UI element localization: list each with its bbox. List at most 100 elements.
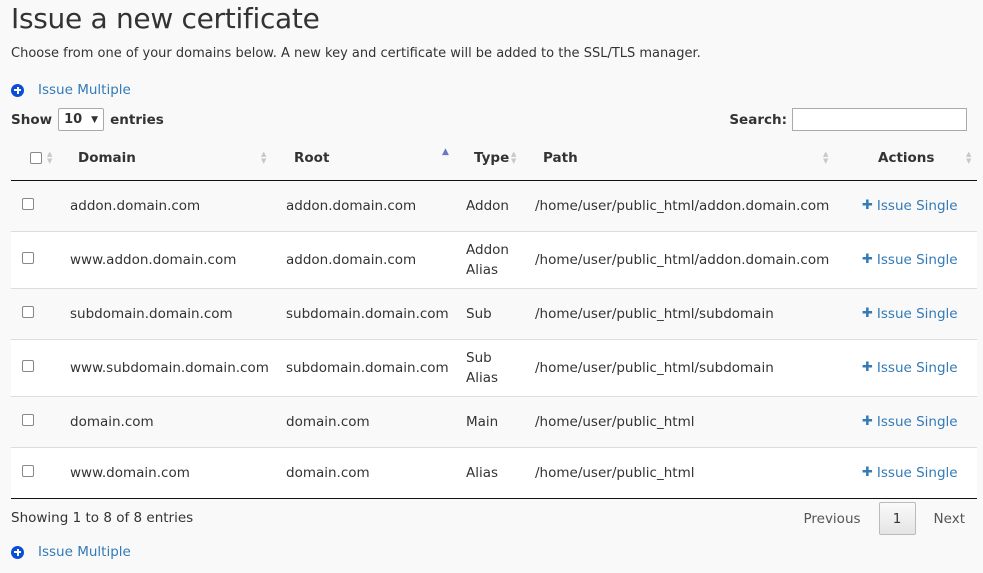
type-cell: Addon <box>466 180 535 232</box>
issue-single-button[interactable]: ✚ Issue Single <box>862 306 977 322</box>
domain-header-label: Domain <box>78 150 136 166</box>
type-value: Alias <box>466 261 499 278</box>
plus-icon: ✚ <box>862 465 873 480</box>
actions-cell: ✚ Issue Single <box>858 396 977 448</box>
domain-value: www.domain.com <box>70 464 190 481</box>
row-select-cell <box>11 288 70 340</box>
page-title: Issue a new certificate <box>11 2 320 35</box>
row-checkbox[interactable] <box>22 413 34 426</box>
entries-label: entries <box>110 111 164 128</box>
type-value: Addon <box>466 197 509 214</box>
row-checkbox[interactable] <box>22 197 34 210</box>
issue-single-label: Issue Single <box>876 413 958 430</box>
table-row: www.domain.com domain.com Alias/home/user/… <box>11 447 977 499</box>
search-input[interactable] <box>792 108 967 131</box>
page-button-1[interactable]: 1 <box>878 502 916 535</box>
path-cell: /home/user/public_html <box>535 447 858 499</box>
path-cell: /home/user/public_html/subdomain <box>535 339 858 397</box>
entries-select-value: 10 <box>64 112 83 127</box>
select-all-header: ▲ ▼ <box>11 137 70 181</box>
sort-ascending-icon: ▲ <box>442 147 449 157</box>
domain-cell: domain.com <box>70 396 286 448</box>
root-header-label: Root <box>294 150 330 166</box>
issue-single-label: Issue Single <box>876 359 958 376</box>
type-value: Main <box>466 413 499 430</box>
path-value: /home/user/public_html/subdomain <box>535 305 774 322</box>
type-cell: Alias <box>466 447 535 499</box>
type-cell: Main <box>466 396 535 448</box>
issue-single-button[interactable]: ✚ Issue Single <box>862 414 977 430</box>
domain-value: addon.domain.com <box>70 197 201 214</box>
column-header-domain[interactable]: Domain ▲ ▼ <box>70 137 286 181</box>
issue-multiple-link-bottom[interactable]: Issue Multiple <box>11 544 131 560</box>
column-header-root[interactable]: Root ▲ <box>286 137 466 181</box>
sort-icon[interactable]: ▲ ▼ <box>47 151 55 165</box>
row-select-cell <box>11 339 70 397</box>
domain-value: domain.com <box>70 413 154 430</box>
root-value: domain.com <box>286 464 370 481</box>
root-cell: subdomain.domain.com <box>286 339 466 397</box>
plus-icon: ✚ <box>862 306 873 321</box>
entries-length-control: Show 10 ▼ entries <box>11 108 164 131</box>
path-value: /home/user/public_html <box>535 464 695 481</box>
select-all-checkbox[interactable] <box>30 152 42 164</box>
domain-value: www.addon.domain.com <box>70 251 237 268</box>
type-cell: Sub Alias <box>466 339 535 397</box>
actions-cell: ✚ Issue Single <box>858 231 977 289</box>
pagination: Previous 1 Next <box>803 502 965 535</box>
domain-cell: www.domain.com <box>70 447 286 499</box>
next-page-button[interactable]: Next <box>934 511 965 527</box>
domain-value: www.subdomain.domain.com <box>70 359 269 376</box>
path-value: /home/user/public_html/addon.domain.com <box>535 251 830 268</box>
plus-icon: ✚ <box>862 252 873 267</box>
issue-multiple-link-top[interactable]: Issue Multiple <box>11 82 131 98</box>
search-label: Search: <box>729 111 787 128</box>
path-cell: /home/user/public_html/addon.domain.com <box>535 180 858 232</box>
issue-single-label: Issue Single <box>876 305 958 322</box>
domain-value: subdomain.domain.com <box>70 305 233 322</box>
domain-cell: addon.domain.com <box>70 180 286 232</box>
entries-select[interactable]: 10 ▼ <box>58 108 105 131</box>
type-cell: Sub <box>466 288 535 340</box>
domains-table: ▲▼ Domain ▲▼ Root ▲ Type ▲▼ Path ▲▼ <box>11 137 977 499</box>
domain-cell: www.addon.domain.com <box>70 231 286 289</box>
column-header-type[interactable]: Type ▲ ▼ <box>466 137 535 181</box>
plus-icon: ✚ <box>862 414 873 429</box>
root-value: domain.com <box>286 413 370 430</box>
root-value: subdomain.domain.com <box>286 305 449 322</box>
domain-cell: subdomain.domain.com <box>70 288 286 340</box>
type-value: Addon <box>466 241 509 258</box>
root-value: subdomain.domain.com <box>286 359 449 376</box>
sort-icon: ▲ ▼ <box>261 150 267 165</box>
root-cell: addon.domain.com <box>286 180 466 232</box>
table-row: www.subdomain.domain.com subdomain.domain… <box>11 339 977 397</box>
column-header-actions[interactable]: Actions ▲ ▼ <box>858 137 977 181</box>
issue-single-button[interactable]: ✚ Issue Single <box>862 465 977 481</box>
page-description: Choose from one of your domains below. A… <box>11 46 701 61</box>
issue-multiple-label: Issue Multiple <box>38 544 131 560</box>
table-info: Showing 1 to 8 of 8 entries <box>11 510 194 526</box>
type-value: Sub <box>466 349 492 366</box>
type-value: Alias <box>466 369 499 386</box>
issue-single-button[interactable]: ✚ Issue Single <box>862 360 977 376</box>
path-header-label: Path <box>543 150 578 166</box>
path-cell: /home/user/public_html/addon.domain.com <box>535 231 858 289</box>
issue-single-button[interactable]: ✚ Issue Single <box>862 252 977 268</box>
row-checkbox[interactable] <box>22 464 34 477</box>
root-value: addon.domain.com <box>286 251 417 268</box>
previous-page-button[interactable]: Previous <box>803 511 860 527</box>
row-select-cell <box>11 231 70 289</box>
actions-cell: ✚ Issue Single <box>858 447 977 499</box>
sort-icon: ▲ ▼ <box>823 150 829 165</box>
issue-single-button[interactable]: ✚ Issue Single <box>862 198 977 214</box>
caret-down-icon: ▼ <box>91 114 99 125</box>
column-header-path[interactable]: Path ▲ ▼ <box>535 137 858 181</box>
path-cell: /home/user/public_html <box>535 396 858 448</box>
issue-single-label: Issue Single <box>876 464 958 481</box>
row-checkbox[interactable] <box>22 251 34 264</box>
actions-header-label: Actions <box>878 150 935 166</box>
row-checkbox[interactable] <box>22 305 34 318</box>
row-checkbox[interactable] <box>22 359 34 372</box>
type-cell: Addon Alias <box>466 231 535 289</box>
root-cell: subdomain.domain.com <box>286 288 466 340</box>
